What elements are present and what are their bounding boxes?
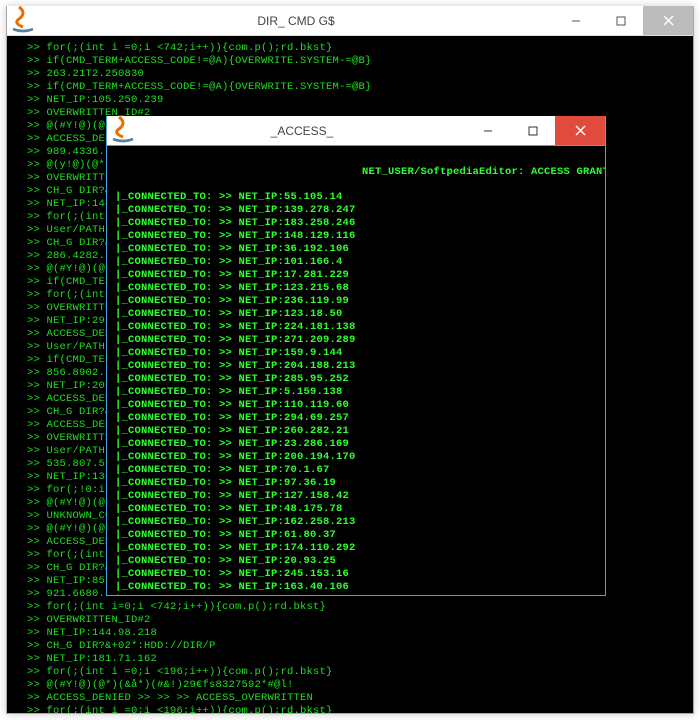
access-terminal: NET_USER/SoftpediaEditor: ACCESS GRANTED…: [107, 146, 605, 595]
connection-line: |_CONNECTED_TO: >> NET_IP:139.278.247: [115, 204, 597, 217]
connection-line: |_CONNECTED_TO: >> NET_IP:123.215.68: [115, 282, 597, 295]
connection-line: |_CONNECTED_TO: >> NET_IP:294.69.257: [115, 412, 597, 425]
terminal-line: >> for(;(int i =0;i <196;i++)){com.p();r…: [27, 705, 689, 713]
connection-line: |_CONNECTED_TO: >> NET_IP:127.158.42: [115, 490, 597, 503]
connection-line: |_CONNECTED_TO: >> NET_IP:101.166.4: [115, 256, 597, 269]
connection-line: |_CONNECTED_TO: >> NET_IP:159.9.144: [115, 347, 597, 360]
terminal-line: >> NET_IP:105.250.239: [27, 94, 689, 107]
terminal-line: >> if(CMD_TERM+ACCESS_CODE!=@A){OVERWRIT…: [27, 81, 689, 94]
terminal-line: >> NET_IP:144.98.218: [27, 627, 689, 640]
connection-line: |_CONNECTED_TO: >> NET_IP:236.119.99: [115, 295, 597, 308]
terminal-line: >> 263.21T2.250830: [27, 68, 689, 81]
java-icon: [107, 115, 139, 147]
access-titlebar[interactable]: _ACCESS_: [107, 116, 605, 146]
terminal-line: >> @(#Y!@)(@*)(&å*)(#&!)29€fs8327592*#@l…: [27, 679, 689, 692]
connection-line: |_CONNECTED_TO: >> NET_IP:162.258.213: [115, 516, 597, 529]
connection-line: |_CONNECTED_TO: >> NET_IP:123.18.50: [115, 308, 597, 321]
connection-line: |_CONNECTED_TO: >> NET_IP:204.188.213: [115, 360, 597, 373]
connection-line: |_CONNECTED_TO: >> NET_IP:20.93.25: [115, 555, 597, 568]
connection-line: |_CONNECTED_TO: >> NET_IP:200.194.170: [115, 451, 597, 464]
connection-line: |_CONNECTED_TO: >> NET_IP:260.282.21: [115, 425, 597, 438]
terminal-line: >> if(CMD_TERM+ACCESS_CODE!=@A){OVERWRIT…: [27, 55, 689, 68]
terminal-line: >> for(;(int i =0;i <742;i++)){com.p();r…: [27, 42, 689, 55]
maximize-button[interactable]: [510, 116, 555, 145]
connection-line: |_CONNECTED_TO: >> NET_IP:110.119.60: [115, 399, 597, 412]
connection-line: |_CONNECTED_TO: >> NET_IP:5.159.138: [115, 386, 597, 399]
main-titlebar[interactable]: DIR_ CMD G$: [7, 6, 693, 36]
terminal-line: >> ACCESS_DENIED >> >> >> ACCESS_OVERWRI…: [27, 692, 689, 705]
maximize-button[interactable]: [598, 6, 643, 35]
connection-line: |_CONNECTED_TO: >> NET_IP:224.181.138: [115, 321, 597, 334]
connection-line: |_CONNECTED_TO: >> NET_IP:148.129.116: [115, 230, 597, 243]
connection-line: |_CONNECTED_TO: >> NET_IP:245.252.3: [115, 594, 597, 595]
connection-line: |_CONNECTED_TO: >> NET_IP:163.40.106: [115, 581, 597, 594]
connection-line: |_CONNECTED_TO: >> NET_IP:183.258.246: [115, 217, 597, 230]
connection-line: |_CONNECTED_TO: >> NET_IP:174.110.292: [115, 542, 597, 555]
connection-line: |_CONNECTED_TO: >> NET_IP:23.286.169: [115, 438, 597, 451]
connection-line: |_CONNECTED_TO: >> NET_IP:271.209.289: [115, 334, 597, 347]
access-window-controls: [465, 116, 605, 145]
minimize-button[interactable]: [465, 116, 510, 145]
minimize-button[interactable]: [553, 6, 598, 35]
connection-line: |_CONNECTED_TO: >> NET_IP:17.281.229: [115, 269, 597, 282]
terminal-line: >> for(;(int i=0;i <742;i++)){com.p();rd…: [27, 601, 689, 614]
main-window-controls: [553, 6, 693, 35]
terminal-line: >> for(;(int i =0;i <196;i++)){com.p();r…: [27, 666, 689, 679]
access-status: NET_USER/SoftpediaEditor: ACCESS GRANTED: [362, 166, 605, 179]
connection-line: |_CONNECTED_TO: >> NET_IP:97.36.19: [115, 477, 597, 490]
close-button[interactable]: [555, 116, 605, 145]
connection-line: |_CONNECTED_TO: >> NET_IP:70.1.67: [115, 464, 597, 477]
access-window: _ACCESS_ NET_USER/SoftpediaEditor: ACCES…: [106, 116, 606, 596]
connection-line: |_CONNECTED_TO: >> NET_IP:48.175.78: [115, 503, 597, 516]
connection-line: |_CONNECTED_TO: >> NET_IP:245.153.16: [115, 568, 597, 581]
connection-line: |_CONNECTED_TO: >> NET_IP:36.192.106: [115, 243, 597, 256]
java-icon: [7, 5, 39, 37]
terminal-line: >> OVERWRITTEN_ID#2: [27, 614, 689, 627]
close-button[interactable]: [643, 6, 693, 35]
access-title: _ACCESS_: [139, 124, 465, 138]
terminal-line: >> NET_IP:181.71.162: [27, 653, 689, 666]
terminal-line: >> CH_G DIR?&+02*:HDD://DIR/P: [27, 640, 689, 653]
connection-line: |_CONNECTED_TO: >> NET_IP:55.105.14: [115, 191, 597, 204]
main-title: DIR_ CMD G$: [39, 14, 553, 28]
connection-line: |_CONNECTED_TO: >> NET_IP:61.80.37: [115, 529, 597, 542]
connection-line: |_CONNECTED_TO: >> NET_IP:285.95.252: [115, 373, 597, 386]
